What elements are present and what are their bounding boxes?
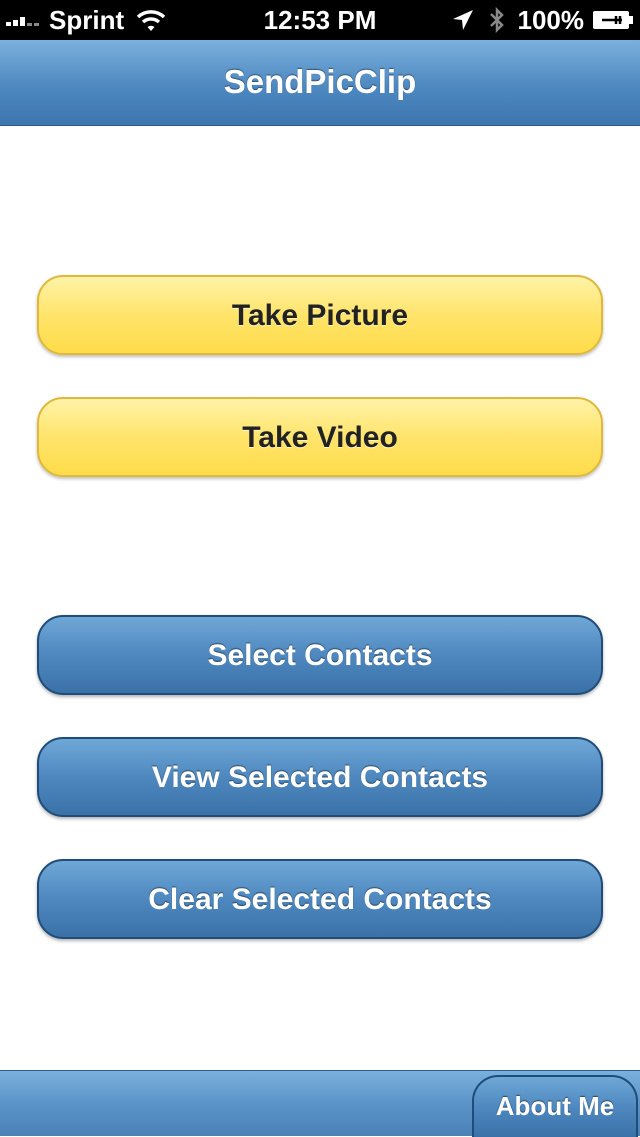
battery-percent: 100% bbox=[517, 4, 585, 35]
take-video-button[interactable]: Take Video bbox=[37, 397, 603, 477]
bluetooth-icon bbox=[489, 6, 504, 34]
clear-selected-contacts-button[interactable]: Clear Selected Contacts bbox=[37, 859, 603, 939]
view-selected-contacts-button[interactable]: View Selected Contacts bbox=[37, 737, 603, 817]
status-bar: Sprint 12:53 PM 100% bbox=[0, 0, 640, 40]
navigation-bar: SendPicClip bbox=[0, 40, 640, 126]
page-title: SendPicClip bbox=[223, 63, 417, 100]
select-contacts-button[interactable]: Select Contacts bbox=[37, 615, 603, 695]
battery-charging-icon bbox=[593, 11, 633, 29]
location-arrow-icon bbox=[452, 10, 473, 30]
take-picture-button[interactable]: Take Picture bbox=[37, 275, 603, 355]
about-me-button[interactable]: About Me bbox=[472, 1075, 638, 1137]
status-right: 100% bbox=[452, 4, 635, 36]
footer-toolbar: About Me bbox=[0, 1070, 640, 1137]
